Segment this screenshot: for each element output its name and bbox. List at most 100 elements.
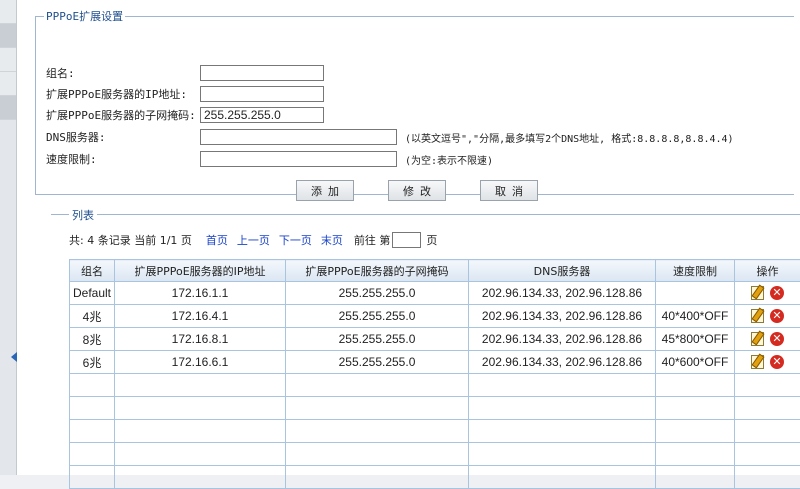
cell-actions: ✕ bbox=[735, 282, 800, 305]
server-ip-label: 扩展PPPoE服务器的IP地址: bbox=[46, 86, 200, 102]
empty-cell bbox=[115, 397, 286, 420]
group-name-input[interactable] bbox=[200, 65, 324, 81]
cell-group-name: Default bbox=[70, 282, 115, 305]
empty-cell bbox=[70, 443, 115, 466]
empty-cell bbox=[469, 374, 656, 397]
empty-table-row bbox=[70, 443, 800, 466]
prev-page-link[interactable]: 上一页 bbox=[237, 232, 270, 248]
delete-icon[interactable]: ✕ bbox=[770, 332, 784, 346]
edit-icon[interactable] bbox=[751, 355, 764, 369]
empty-cell bbox=[656, 374, 735, 397]
empty-cell bbox=[286, 443, 469, 466]
empty-cell bbox=[469, 466, 656, 489]
first-page-link[interactable]: 首页 bbox=[206, 232, 228, 248]
empty-cell bbox=[286, 397, 469, 420]
empty-cell bbox=[735, 374, 800, 397]
column-header-ip[interactable]: 扩展PPPoE服务器的IP地址 bbox=[115, 260, 286, 282]
empty-cell bbox=[469, 443, 656, 466]
empty-cell bbox=[656, 443, 735, 466]
form-row-server-ip: 扩展PPPoE服务器的IP地址: bbox=[46, 85, 324, 103]
empty-cell bbox=[469, 397, 656, 420]
empty-cell bbox=[115, 420, 286, 443]
empty-cell bbox=[286, 420, 469, 443]
table-row: 6兆 172.16.6.1 255.255.255.0 202.96.134.3… bbox=[70, 351, 800, 374]
empty-table-row bbox=[70, 420, 800, 443]
main-content: PPPoE扩展设置 组名: 扩展PPPoE服务器的IP地址: 扩展PPPoE服务… bbox=[17, 0, 800, 475]
group-name-label: 组名: bbox=[46, 65, 200, 81]
cell-dns: 202.96.134.33, 202.96.128.86 bbox=[469, 328, 656, 351]
delete-icon[interactable]: ✕ bbox=[770, 355, 784, 369]
form-row-subnet-mask: 扩展PPPoE服务器的子网掩码: bbox=[46, 106, 324, 124]
delete-icon[interactable]: ✕ bbox=[770, 309, 784, 323]
goto-prefix: 前往 第 bbox=[354, 232, 391, 248]
cell-actions: ✕ bbox=[735, 328, 800, 351]
cell-mask: 255.255.255.0 bbox=[286, 328, 469, 351]
modify-button[interactable]: 修改 bbox=[388, 180, 446, 201]
cell-dns: 202.96.134.33, 202.96.128.86 bbox=[469, 351, 656, 374]
cell-group-name: 6兆 bbox=[70, 351, 115, 374]
form-row-group-name: 组名: bbox=[46, 64, 324, 82]
list-title: 列表 bbox=[69, 207, 97, 223]
empty-cell bbox=[656, 397, 735, 420]
column-header-speed[interactable]: 速度限制 bbox=[656, 260, 735, 282]
edit-icon[interactable] bbox=[751, 332, 764, 346]
sidebar-segment bbox=[0, 96, 16, 120]
cell-speed: 40*600*OFF bbox=[656, 351, 735, 374]
edit-icon[interactable] bbox=[751, 309, 764, 323]
goto-suffix: 页 bbox=[426, 232, 437, 248]
dns-hint: (以英文逗号","分隔,最多填写2个DNS地址, 格式:8.8.8.8,8.8.… bbox=[405, 130, 734, 145]
table-row: 8兆 172.16.8.1 255.255.255.0 202.96.134.3… bbox=[70, 328, 800, 351]
cell-group-name: 8兆 bbox=[70, 328, 115, 351]
edit-icon[interactable] bbox=[751, 286, 764, 300]
delete-icon[interactable]: ✕ bbox=[770, 286, 784, 300]
speed-limit-hint: (为空:表示不限速) bbox=[405, 152, 493, 167]
cell-group-name: 4兆 bbox=[70, 305, 115, 328]
next-page-link[interactable]: 下一页 bbox=[279, 232, 312, 248]
column-header-group-name[interactable]: 组名 bbox=[70, 260, 115, 282]
table-row: Default 172.16.1.1 255.255.255.0 202.96.… bbox=[70, 282, 800, 305]
goto-page-input[interactable] bbox=[392, 232, 421, 248]
sidebar-segment bbox=[0, 24, 16, 48]
form-row-speed-limit: 速度限制: (为空:表示不限速) bbox=[46, 150, 493, 168]
cell-speed: 45*800*OFF bbox=[656, 328, 735, 351]
sidebar-segment bbox=[0, 72, 16, 96]
pppoe-list-table: 组名 扩展PPPoE服务器的IP地址 扩展PPPoE服务器的子网掩码 DNS服务… bbox=[69, 259, 800, 489]
column-header-actions: 操作 bbox=[735, 260, 800, 282]
empty-cell bbox=[735, 466, 800, 489]
cell-ip: 172.16.1.1 bbox=[115, 282, 286, 305]
cell-mask: 255.255.255.0 bbox=[286, 351, 469, 374]
speed-limit-input[interactable] bbox=[200, 151, 397, 167]
empty-cell bbox=[115, 374, 286, 397]
sidebar-segment bbox=[0, 48, 16, 72]
subnet-mask-input[interactable] bbox=[200, 107, 324, 123]
cell-ip: 172.16.8.1 bbox=[115, 328, 286, 351]
speed-limit-label: 速度限制: bbox=[46, 151, 200, 167]
empty-cell bbox=[469, 420, 656, 443]
empty-cell bbox=[656, 420, 735, 443]
empty-cell bbox=[115, 443, 286, 466]
empty-cell bbox=[735, 443, 800, 466]
empty-cell bbox=[70, 420, 115, 443]
dns-input[interactable] bbox=[200, 129, 397, 145]
pagination: 共: 4 条记录 当前 1/1 页 首页 上一页 下一页 末页 前往 第 页 bbox=[69, 232, 437, 248]
empty-table-row bbox=[70, 397, 800, 420]
cell-mask: 255.255.255.0 bbox=[286, 305, 469, 328]
column-header-dns[interactable]: DNS服务器 bbox=[469, 260, 656, 282]
empty-cell bbox=[735, 420, 800, 443]
cell-ip: 172.16.4.1 bbox=[115, 305, 286, 328]
form-row-dns: DNS服务器: (以英文逗号","分隔,最多填写2个DNS地址, 格式:8.8.… bbox=[46, 128, 734, 146]
empty-cell bbox=[286, 374, 469, 397]
empty-cell bbox=[656, 466, 735, 489]
last-page-link[interactable]: 末页 bbox=[321, 232, 343, 248]
add-button[interactable]: 添加 bbox=[296, 180, 354, 201]
server-ip-input[interactable] bbox=[200, 86, 324, 102]
cancel-button[interactable]: 取消 bbox=[480, 180, 538, 201]
cell-speed bbox=[656, 282, 735, 305]
empty-table-row bbox=[70, 374, 800, 397]
column-header-mask[interactable]: 扩展PPPoE服务器的子网掩码 bbox=[286, 260, 469, 282]
empty-table-row bbox=[70, 466, 800, 489]
dns-label: DNS服务器: bbox=[46, 129, 200, 145]
cell-actions: ✕ bbox=[735, 351, 800, 374]
cell-actions: ✕ bbox=[735, 305, 800, 328]
record-info: 共: 4 条记录 当前 1/1 页 bbox=[69, 232, 192, 248]
